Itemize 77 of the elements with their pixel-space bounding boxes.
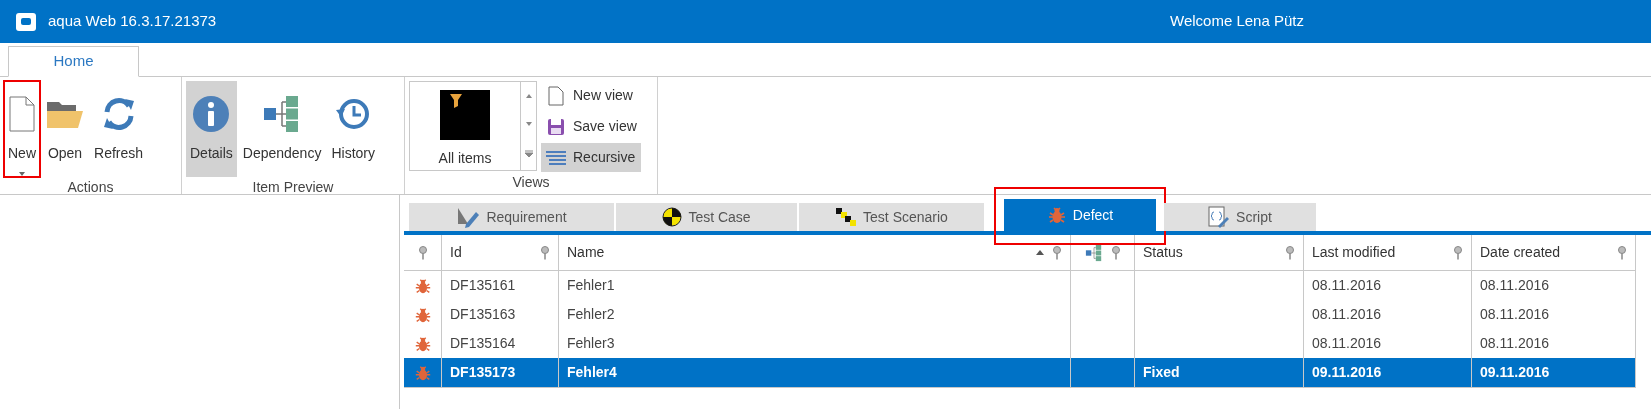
ribbon-button[interactable]: History	[327, 81, 379, 177]
app-logo-icon	[16, 12, 36, 31]
ribbon-button[interactable]: Details	[186, 81, 237, 177]
bug-icon	[413, 305, 432, 324]
table-cell-text: Fehler3	[567, 334, 615, 353]
pin-icon[interactable]	[1110, 245, 1121, 260]
ribbon-small-button[interactable]: Recursive	[541, 143, 641, 172]
column-header[interactable]: Last modified	[1304, 235, 1472, 270]
ribbon-tab[interactable]: Home	[8, 46, 139, 77]
group-label: Views	[511, 173, 551, 192]
column-header[interactable]: Id	[442, 235, 559, 270]
view-gallery[interactable]: All items	[409, 81, 537, 171]
column-header[interactable]: Name	[559, 235, 1071, 270]
gallery-item-label: All items	[438, 149, 492, 168]
bug-icon	[413, 363, 432, 382]
welcome-text: Welcome Lena Pütz	[1170, 11, 1304, 32]
column-header[interactable]: Date created	[1472, 235, 1636, 270]
hierarchy-icon	[1084, 243, 1103, 262]
ribbon-button[interactable]: New	[4, 81, 40, 177]
history-icon	[335, 96, 372, 132]
filter-thumbnail-icon	[440, 90, 490, 140]
ribbon-small-button[interactable]: Save view	[541, 112, 641, 141]
crash-test-marker-icon	[662, 207, 683, 227]
item-type-tab[interactable]: Script	[1164, 203, 1316, 231]
table-cell-text: 08.11.2016	[1312, 305, 1382, 324]
table-row[interactable]: DF135163 Fehler2 08.11.2016 08.11.2016	[404, 300, 1636, 329]
bug-icon	[413, 334, 432, 353]
table-cell-text: DF135173	[450, 363, 516, 382]
document-icon	[548, 85, 564, 106]
item-type-tab[interactable]: Defect	[1004, 199, 1156, 231]
table-cell-text: Fehler1	[567, 276, 615, 295]
caret-icon	[19, 172, 25, 176]
bug-icon	[1046, 205, 1067, 225]
pin-icon[interactable]	[1285, 245, 1295, 260]
table-row[interactable]: DF135161 Fehler1 08.11.2016 08.11.2016	[404, 271, 1636, 300]
group-label: Item Preview	[251, 178, 335, 197]
checkered-tape-icon	[835, 207, 858, 227]
table-cell-text: 08.11.2016	[1312, 334, 1382, 353]
list-icon	[545, 149, 567, 166]
table-cell-text: 08.11.2016	[1480, 334, 1550, 353]
table-row[interactable]: DF135173 Fehler4 Fixed 09.11.2016 09.11.2016	[404, 358, 1636, 387]
expand-gallery-icon[interactable]	[524, 150, 533, 158]
table-cell-text: DF135163	[450, 305, 516, 324]
pin-icon[interactable]	[1453, 245, 1463, 260]
table-cell-text: 09.11.2016	[1312, 363, 1382, 382]
item-type-tab[interactable]: Requirement	[409, 203, 614, 231]
script-file-icon	[1208, 206, 1231, 228]
ribbon-button[interactable]: Open	[42, 81, 88, 177]
table-cell-text: DF135161	[450, 276, 516, 295]
item-type-tab[interactable]: Test Case	[616, 203, 797, 231]
table-cell-text: Fehler2	[567, 305, 615, 324]
pencil-icon	[456, 206, 481, 228]
ribbon-button[interactable]: Dependency	[238, 81, 326, 177]
window-title: aqua Web 16.3.17.21373	[48, 11, 217, 32]
ribbon-small-button[interactable]: New view	[541, 81, 641, 110]
pin-icon[interactable]	[417, 245, 428, 260]
scroll-down-icon[interactable]	[525, 122, 532, 126]
bug-icon	[413, 276, 432, 295]
info-icon	[192, 95, 231, 133]
table-cell-text: 08.11.2016	[1480, 305, 1550, 324]
ribbon-button[interactable]: Refresh	[90, 81, 148, 177]
sort-ascending-icon[interactable]	[1036, 250, 1044, 255]
folder-icon	[46, 99, 84, 129]
pin-icon[interactable]	[1052, 245, 1062, 260]
pin-icon[interactable]	[540, 245, 550, 260]
column-header[interactable]: Status	[1135, 235, 1304, 270]
item-type-tab[interactable]: Test Scenario	[799, 203, 984, 231]
table-cell-text: 08.11.2016	[1480, 276, 1550, 295]
table-cell-text: 09.11.2016	[1480, 363, 1550, 382]
pin-icon[interactable]	[1617, 245, 1627, 260]
scroll-up-icon[interactable]	[525, 94, 532, 98]
table-cell-text: DF135164	[450, 334, 516, 353]
document-icon	[9, 96, 35, 132]
table-cell-text: Fixed	[1143, 363, 1180, 382]
group-label: Actions	[66, 178, 115, 197]
table-cell-text: Fehler4	[567, 363, 617, 382]
table-cell-text: 08.11.2016	[1312, 276, 1382, 295]
